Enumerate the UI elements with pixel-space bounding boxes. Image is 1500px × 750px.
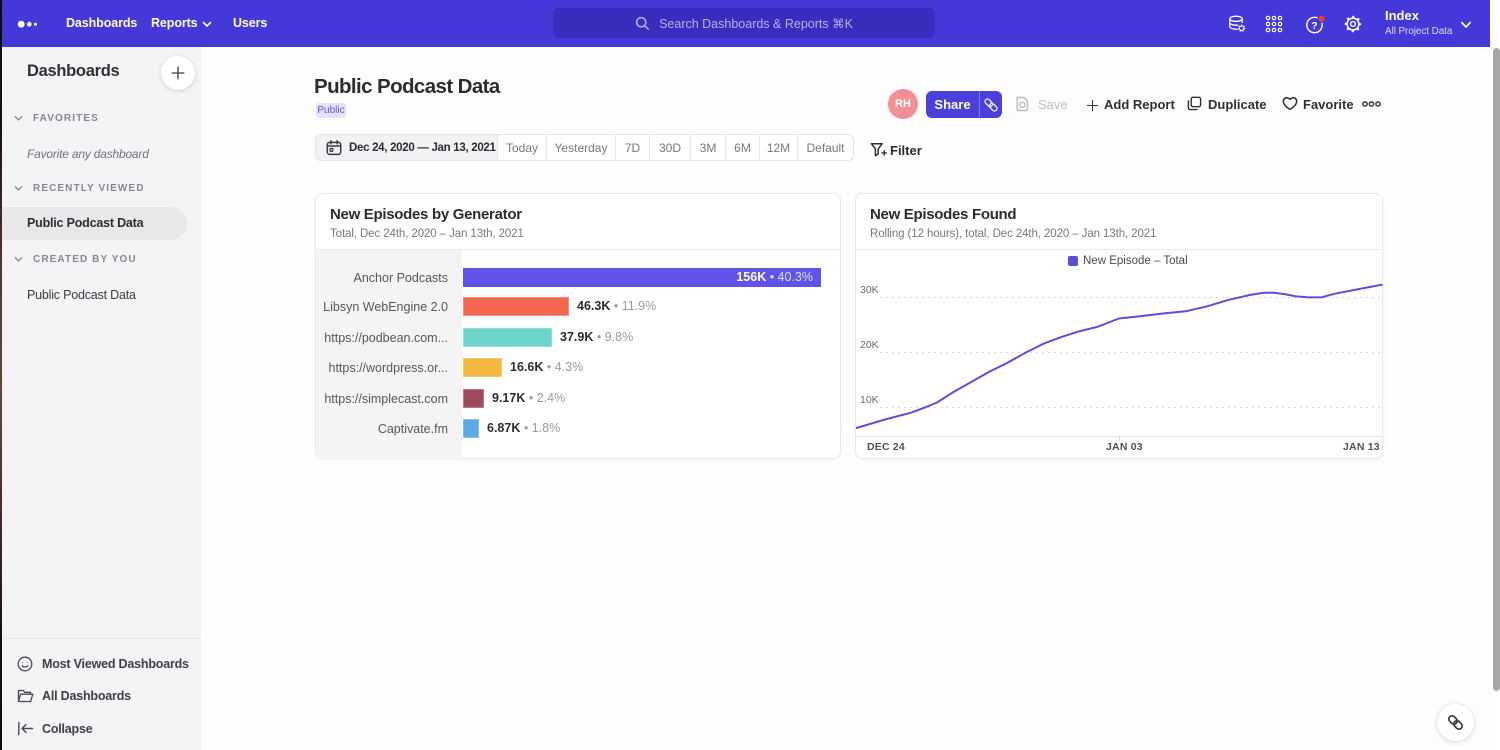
svg-text:?: ?	[1311, 20, 1317, 32]
